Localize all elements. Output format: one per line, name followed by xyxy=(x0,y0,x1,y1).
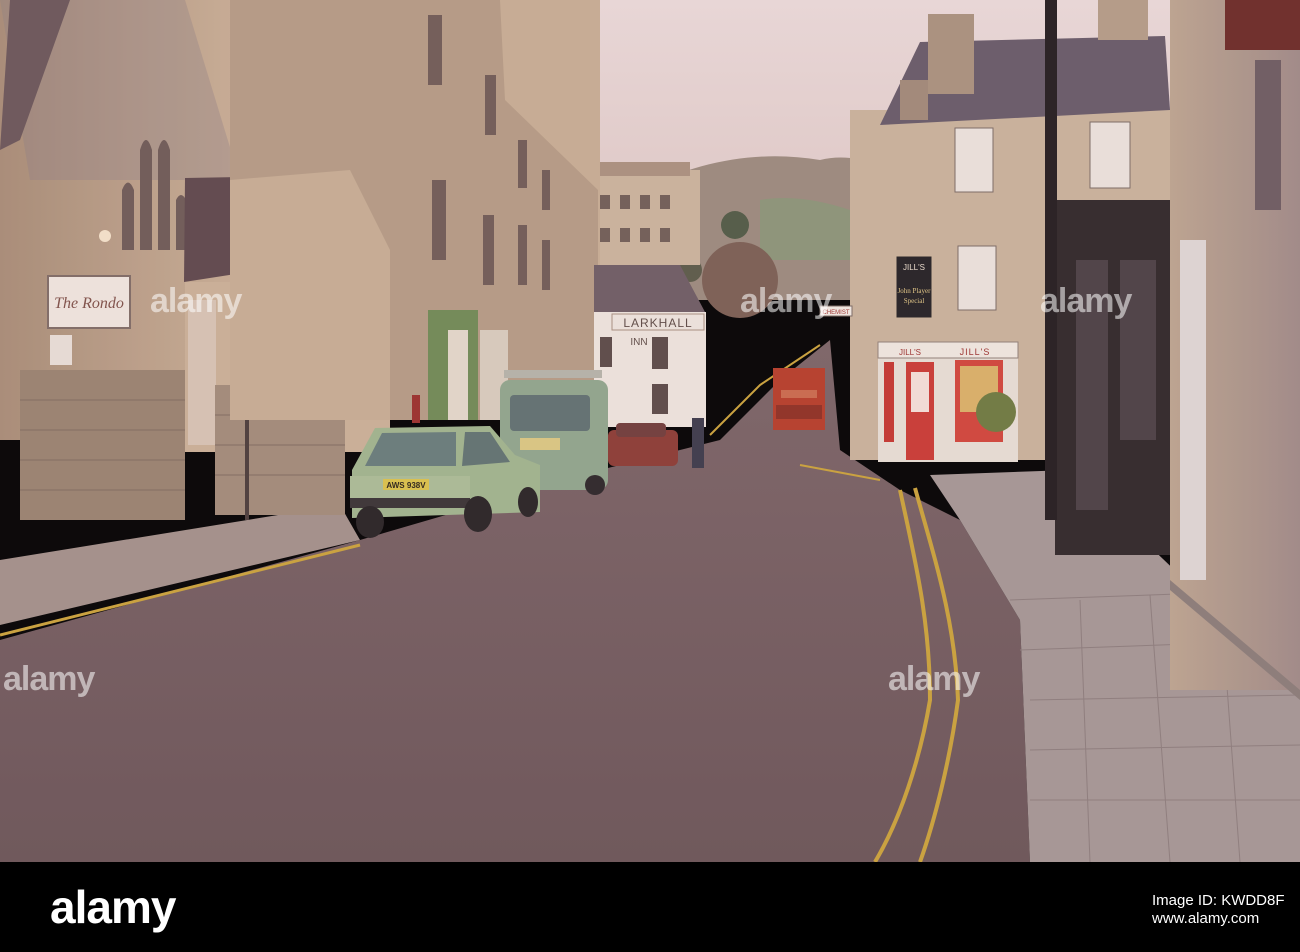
watermark-text: alamy xyxy=(3,660,95,698)
street-scene: The Rondo LARKHALL INN JILL'S John Playe… xyxy=(0,0,1300,862)
image-id: Image ID: KWDD8F xyxy=(1152,892,1285,909)
image-id-block: Image ID: KWDD8F www.alamy.com xyxy=(1152,892,1285,928)
website-url: www.alamy.com xyxy=(1152,910,1260,927)
alamy-logo: alamy xyxy=(50,881,176,933)
watermark-text: alamy xyxy=(740,282,832,320)
watermark-text: alamy xyxy=(150,282,242,320)
watermark-text: alamy xyxy=(1040,282,1132,320)
watermark-text: alamy xyxy=(888,660,980,698)
footer-bar xyxy=(0,862,1300,952)
